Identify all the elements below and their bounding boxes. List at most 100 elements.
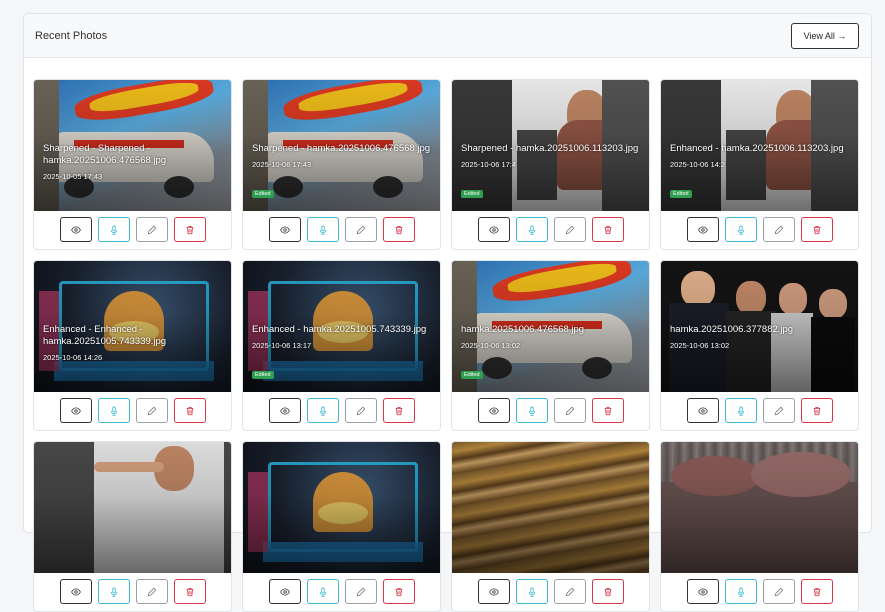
view-button[interactable] xyxy=(686,579,719,604)
view-button[interactable] xyxy=(686,398,719,423)
page-title: Recent Photos xyxy=(35,29,108,42)
trash-icon xyxy=(185,406,195,416)
delete-button[interactable] xyxy=(800,217,833,242)
delete-button[interactable] xyxy=(591,217,624,242)
photo-actions xyxy=(452,573,649,611)
photo-timestamp: 2025-10-06 17:4 xyxy=(461,160,517,169)
photo-thumbnail[interactable]: Sharpened - Sharpened - hamka.20251006.4… xyxy=(34,80,231,211)
microphone-icon xyxy=(318,406,328,416)
photo-timestamp: 2025-10-06 13:17 xyxy=(252,341,312,350)
edit-button[interactable] xyxy=(135,398,168,423)
photo-caption: Sharpened - hamka.20251006.476568.jpg 202… xyxy=(252,143,432,171)
pencil-icon xyxy=(356,406,366,416)
photo-timestamp: 2025-10-06 13:02 xyxy=(670,341,730,350)
photo-thumbnail[interactable]: Enhanced - Enhanced - hamka.20251005.743… xyxy=(34,261,231,392)
delete-button[interactable] xyxy=(382,398,415,423)
edited-badge: Edited xyxy=(252,371,274,379)
microphone-icon xyxy=(736,587,746,597)
voice-button[interactable] xyxy=(515,398,548,423)
delete-button[interactable] xyxy=(591,398,624,423)
view-button[interactable] xyxy=(268,579,301,604)
photo-actions xyxy=(661,392,858,430)
edit-button[interactable] xyxy=(344,579,377,604)
pencil-icon xyxy=(565,225,575,235)
voice-button[interactable] xyxy=(724,398,757,423)
voice-button[interactable] xyxy=(97,398,130,423)
photo-card xyxy=(242,441,441,612)
delete-button[interactable] xyxy=(173,398,206,423)
delete-button[interactable] xyxy=(173,579,206,604)
photo-thumbnail[interactable]: Enhanced - hamka.20251006.113203.jpg 2025… xyxy=(661,80,858,211)
edit-button[interactable] xyxy=(762,579,795,604)
photo-thumbnail[interactable]: Enhanced - hamka.20251005.743339.jpg 2025… xyxy=(243,261,440,392)
thumbnail-overlay xyxy=(34,442,231,573)
photo-card: hamka.20251006.476568.jpg 2025-10-06 13:0… xyxy=(451,260,650,431)
eye-icon xyxy=(279,587,290,597)
edit-button[interactable] xyxy=(135,579,168,604)
photo-thumbnail[interactable] xyxy=(661,442,858,573)
photo-actions xyxy=(243,573,440,611)
edit-button[interactable] xyxy=(344,217,377,242)
view-button[interactable] xyxy=(477,579,510,604)
view-button[interactable] xyxy=(477,217,510,242)
photo-thumbnail[interactable]: Sharpened - hamka.20251006.113203.jpg 202… xyxy=(452,80,649,211)
photo-filename: Enhanced - Enhanced - hamka.20251005.743… xyxy=(43,324,167,347)
photo-timestamp: 2025-10-06 14:26 xyxy=(43,353,103,362)
photo-thumbnail[interactable]: Sharpened - hamka.20251006.476568.jpg 202… xyxy=(243,80,440,211)
view-button[interactable] xyxy=(59,579,92,604)
pencil-icon xyxy=(774,225,784,235)
photo-caption: hamka.20251006.377882.jpg 2025-10-06 13:0… xyxy=(670,324,850,352)
photo-actions xyxy=(661,211,858,249)
voice-button[interactable] xyxy=(306,579,339,604)
photo-actions xyxy=(34,573,231,611)
microphone-icon xyxy=(318,225,328,235)
voice-button[interactable] xyxy=(724,217,757,242)
photo-thumbnail[interactable] xyxy=(452,442,649,573)
view-button[interactable] xyxy=(268,217,301,242)
delete-button[interactable] xyxy=(382,579,415,604)
trash-icon xyxy=(603,587,613,597)
pencil-icon xyxy=(147,225,157,235)
voice-button[interactable] xyxy=(515,217,548,242)
trash-icon xyxy=(812,406,822,416)
photo-timestamp: 2025-10-06 17:43 xyxy=(252,160,312,169)
photo-filename: Sharpened - hamka.20251006.476568.jpg xyxy=(252,143,431,154)
trash-icon xyxy=(812,587,822,597)
edit-button[interactable] xyxy=(135,217,168,242)
photo-thumbnail[interactable] xyxy=(243,442,440,573)
view-button[interactable] xyxy=(268,398,301,423)
edit-button[interactable] xyxy=(553,217,586,242)
voice-button[interactable] xyxy=(724,579,757,604)
edit-button[interactable] xyxy=(344,398,377,423)
view-all-button[interactable]: View All → xyxy=(791,22,859,49)
delete-button[interactable] xyxy=(591,579,624,604)
edited-badge: Edited xyxy=(461,190,483,198)
photo-thumbnail[interactable] xyxy=(34,442,231,573)
view-button[interactable] xyxy=(686,217,719,242)
trash-icon xyxy=(812,225,822,235)
view-button[interactable] xyxy=(59,217,92,242)
delete-button[interactable] xyxy=(173,217,206,242)
photo-thumbnail[interactable]: hamka.20251006.377882.jpg 2025-10-06 13:0… xyxy=(661,261,858,392)
photo-card xyxy=(451,441,650,612)
view-button[interactable] xyxy=(477,398,510,423)
pencil-icon xyxy=(565,587,575,597)
voice-button[interactable] xyxy=(306,217,339,242)
photo-card: hamka.20251006.377882.jpg 2025-10-06 13:0… xyxy=(660,260,859,431)
voice-button[interactable] xyxy=(515,579,548,604)
edit-button[interactable] xyxy=(553,398,586,423)
photo-card: Enhanced - Enhanced - hamka.20251005.743… xyxy=(33,260,232,431)
photo-filename: hamka.20251006.377882.jpg xyxy=(670,324,794,335)
photo-actions xyxy=(661,573,858,611)
delete-button[interactable] xyxy=(800,398,833,423)
edit-button[interactable] xyxy=(553,579,586,604)
view-button[interactable] xyxy=(59,398,92,423)
edit-button[interactable] xyxy=(762,217,795,242)
delete-button[interactable] xyxy=(382,217,415,242)
voice-button[interactable] xyxy=(306,398,339,423)
edit-button[interactable] xyxy=(762,398,795,423)
voice-button[interactable] xyxy=(97,579,130,604)
photo-thumbnail[interactable]: hamka.20251006.476568.jpg 2025-10-06 13:0… xyxy=(452,261,649,392)
delete-button[interactable] xyxy=(800,579,833,604)
voice-button[interactable] xyxy=(97,217,130,242)
